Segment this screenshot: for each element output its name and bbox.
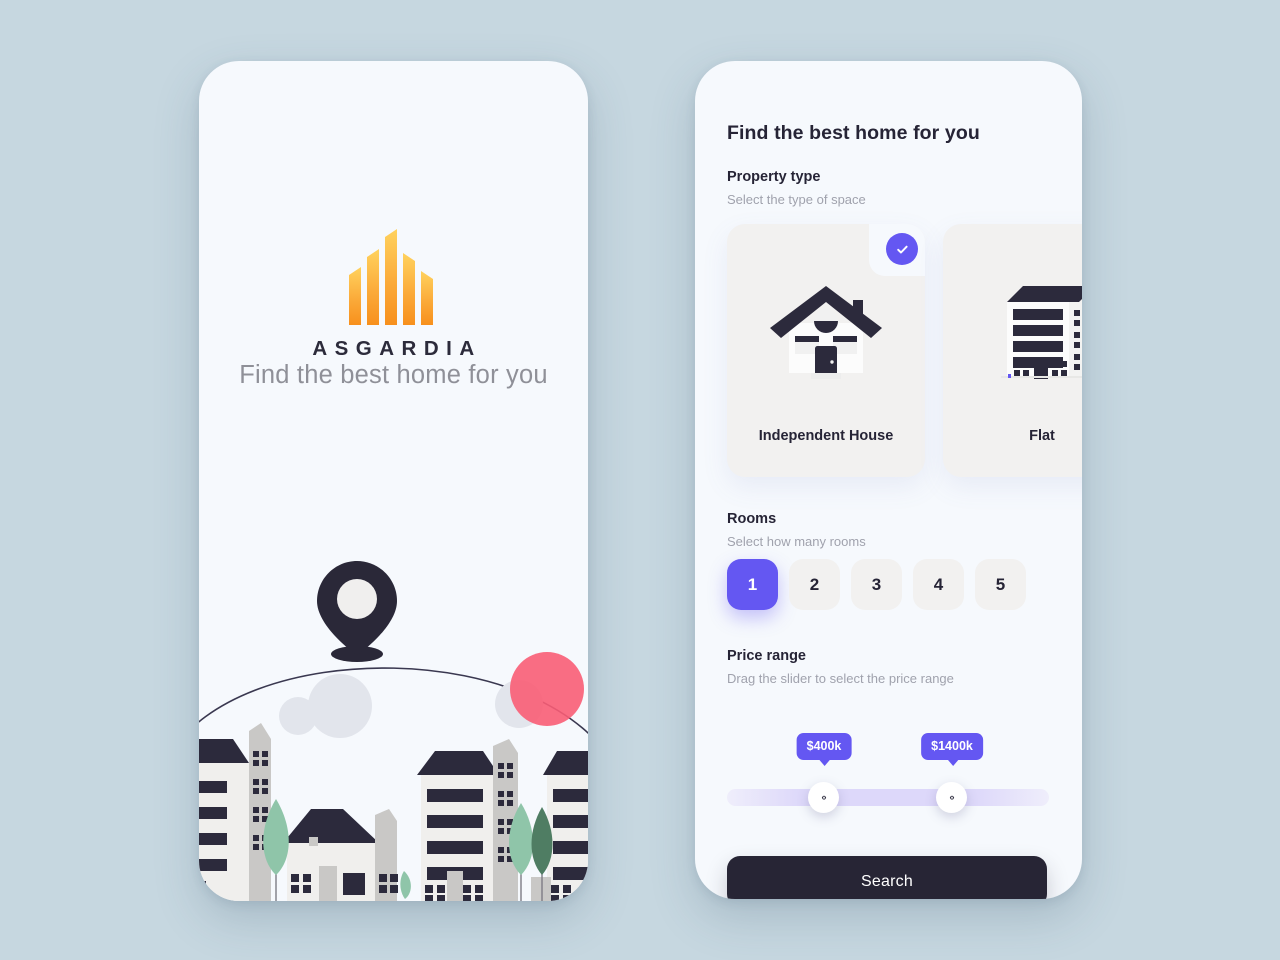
room-option-4[interactable]: 4 <box>913 559 964 610</box>
property-type-subheading: Select the type of space <box>727 192 866 207</box>
check-icon <box>896 245 908 253</box>
price-max-bubble: $1400k <box>921 733 983 766</box>
pink-circle <box>510 652 584 726</box>
phone-filter-screen: Find the best home for you Property type… <box>695 61 1082 899</box>
grey-circle-large <box>308 674 372 738</box>
splash-tagline: Find the best home for you <box>239 361 548 389</box>
rooms-subheading: Select how many rooms <box>727 534 866 549</box>
page-title: Find the best home for you <box>727 122 980 144</box>
canvas: ASGARDIA Find the best home for you Find… <box>0 0 1280 960</box>
filter-screen-content: Find the best home for you Property type… <box>695 61 1082 899</box>
city-skyline <box>199 723 588 901</box>
price-min-bubble: $400k <box>796 733 852 766</box>
slider-selected-range <box>823 789 951 806</box>
property-card-label: Independent House <box>758 428 894 444</box>
property-card-independent-house[interactable]: Independent House <box>727 224 925 477</box>
selected-notch <box>869 224 925 276</box>
logo-mark-buildings-icon <box>348 229 433 325</box>
drag-arrows-icon: ‹› <box>949 792 955 802</box>
property-card-label: Flat <box>1029 428 1055 444</box>
price-range-slider: $400k $1400k ‹› ‹› <box>727 721 1049 813</box>
room-option-1[interactable]: 1 <box>727 559 778 610</box>
slider-handle-max[interactable]: ‹› <box>936 782 967 813</box>
brand-block: ASGARDIA <box>199 229 588 361</box>
house-icon-wrap <box>727 272 925 387</box>
house-icon <box>770 285 882 379</box>
property-card-flat[interactable]: Flat <box>943 224 1082 477</box>
brand-name: ASGARDIA <box>312 337 482 360</box>
apartment-icon-wrap <box>943 272 1082 387</box>
city-map-pin-illustration <box>199 561 588 901</box>
room-option-2[interactable]: 2 <box>789 559 840 610</box>
price-range-subheading: Drag the slider to select the price rang… <box>727 671 954 686</box>
room-option-3[interactable]: 3 <box>851 559 902 610</box>
property-type-heading: Property type <box>727 169 821 185</box>
check-badge <box>886 233 918 265</box>
location-pin-icon <box>317 561 397 655</box>
rooms-heading: Rooms <box>727 511 777 527</box>
price-range-heading: Price range <box>727 648 806 664</box>
search-button[interactable]: Search <box>727 856 1047 899</box>
phone-splash-screen: ASGARDIA Find the best home for you <box>199 61 588 901</box>
slider-handle-min[interactable]: ‹› <box>808 782 839 813</box>
property-type-options: Independent House Flat <box>727 224 1082 477</box>
apartment-building-icon <box>1001 285 1082 379</box>
drag-arrows-icon: ‹› <box>821 792 827 802</box>
rooms-options: 1 2 3 4 5 <box>727 559 1026 610</box>
room-option-5[interactable]: 5 <box>975 559 1026 610</box>
